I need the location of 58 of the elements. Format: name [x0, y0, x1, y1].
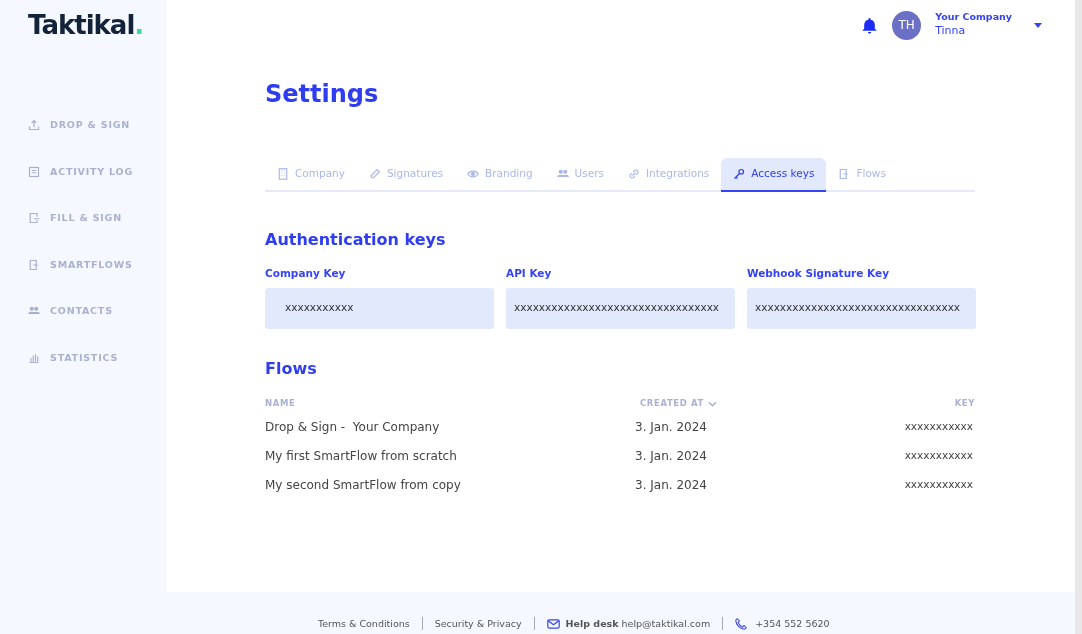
notification-bell-icon[interactable] [861, 16, 879, 34]
table-cell-text: My first SmartFlow from scratch [265, 448, 458, 466]
sidebar-item[interactable]: CONTACTS [28, 288, 167, 335]
column-header: NAME [265, 397, 297, 411]
key-field[interactable]: xxxxxxxxxxxxxxxxxxxxxxxxxxxxxxxxx [506, 287, 735, 329]
eye-icon [467, 168, 480, 180]
company-name: Your Company [935, 10, 1012, 24]
people-icon [556, 168, 569, 180]
tab[interactable]: Signatures [356, 158, 456, 192]
sidebar-item[interactable]: SMARTFLOWS [28, 241, 167, 288]
table-cell-text: 3. Jan. 2024 [635, 419, 708, 437]
tab[interactable]: Integrations [616, 158, 722, 192]
field-label: API Key [506, 266, 553, 281]
tab[interactable]: Flows [826, 158, 898, 192]
table-cell-text: 3. Jan. 2024 [635, 477, 708, 495]
tab[interactable]: Branding [455, 158, 545, 192]
building-icon [277, 168, 289, 180]
table-cell-text: Drop & Sign - Your Company [265, 419, 441, 437]
user-avatar[interactable]: TH [892, 10, 922, 40]
table-cell-text: xxxxxxxxxxx [903, 419, 974, 435]
page-title: Settings [265, 79, 380, 110]
phone-number: +354 552 5620 [755, 616, 830, 631]
tab[interactable]: Users [544, 158, 616, 192]
logo: Taktikal. [28, 10, 145, 40]
privacy-link[interactable]: Security & Privacy [434, 616, 522, 631]
link-icon [628, 168, 640, 180]
key-icon [733, 168, 746, 180]
user-name: Tinna [935, 23, 967, 40]
tab[interactable]: Company [265, 158, 357, 192]
table-cell-text: 3. Jan. 2024 [635, 448, 708, 466]
section-heading: Flows [265, 357, 318, 380]
table-cell-text: xxxxxxxxxxx [903, 477, 974, 493]
flow-icon [838, 168, 851, 180]
flow-icon [28, 258, 40, 271]
key-field[interactable]: xxxxxxxxxxxxxxxxxxxxxxxxxxxxxxxxx [747, 287, 976, 329]
key-field[interactable]: xxxxxxxxxxx [265, 287, 494, 329]
table-cell-text: My second SmartFlow from copy [265, 477, 462, 495]
column-header[interactable]: CREATED AT [640, 397, 704, 411]
pencil-icon [368, 168, 381, 180]
caret-icon[interactable] [1034, 22, 1042, 28]
tab[interactable]: Access keys [721, 158, 827, 192]
upload-icon [28, 119, 40, 132]
field-label: Webhook Signature Key [747, 266, 890, 281]
terms-link[interactable]: Terms & Conditions [318, 616, 410, 631]
field-label: Company Key [265, 266, 347, 281]
document-icon [28, 165, 40, 178]
phone-icon [735, 618, 748, 630]
help-desk-text: Help desk help@taktikal.com [565, 616, 711, 631]
sidebar-item[interactable]: ACTIVITY LOG [28, 148, 167, 195]
table-cell-text: xxxxxxxxxxx [903, 448, 974, 464]
sidebar-item[interactable]: STATISTICS [28, 334, 167, 381]
bar-chart-icon [28, 351, 40, 364]
column-header: KEY [953, 397, 975, 411]
sidebar-item[interactable]: DROP & SIGN [28, 102, 167, 149]
sidebar-item[interactable]: FILL & SIGN [28, 195, 167, 242]
document-icon [28, 212, 40, 225]
section-heading: Authentication keys [265, 229, 447, 251]
mail-icon [546, 619, 560, 629]
